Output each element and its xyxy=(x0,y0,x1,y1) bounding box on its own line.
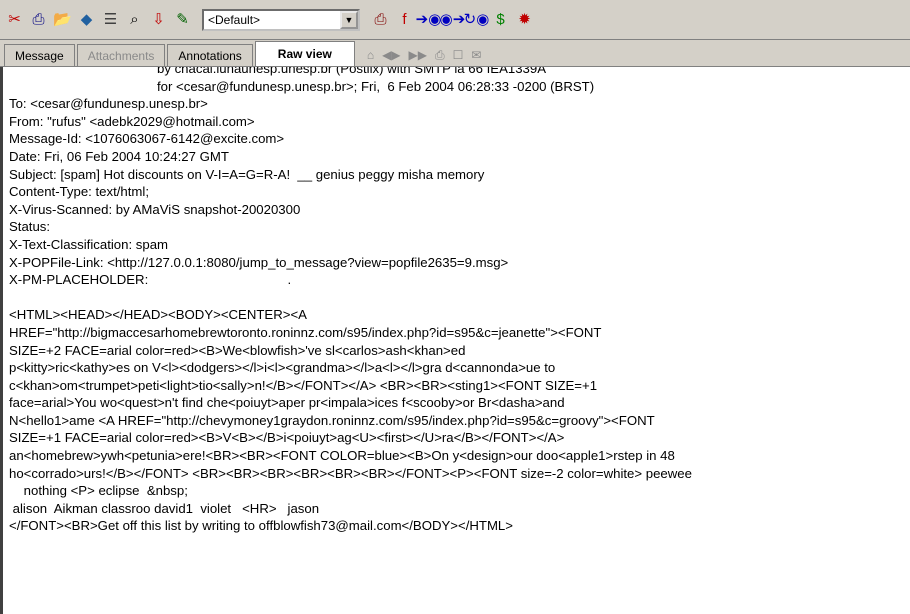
message-line: N<hello1>ame <A HREF="http://chevymoney1… xyxy=(9,412,655,428)
message-line: for <cesar@fundunesp.unesp.br>; Fri, 6 F… xyxy=(157,78,595,94)
spam-icon[interactable]: ✹ xyxy=(514,9,535,30)
message-line: an<homebrew>ywh<petunia>ere!<BR><BR><FON… xyxy=(9,448,675,464)
message-line: SIZE=+1 FACE=arial color=red><B>V<B></B>… xyxy=(9,430,565,446)
book-icon[interactable]: ◆ xyxy=(76,9,97,30)
tab-message[interactable]: Message xyxy=(4,44,75,66)
raw-message-text: by cnacai.iunaunesp.unesp.br (Postiix) w… xyxy=(9,67,910,535)
message-line: <HTML><HEAD></HEAD><BODY><CENTER><A xyxy=(9,307,307,323)
template-select-value: <Default> xyxy=(208,12,261,27)
toolbar: ✂ ⎙ 📂 ◆ ☰ ⌕ ⇩ ✎ <Default> ▼ ⎙ f ➔◉ ◉➔ ↻◉ $ ✹ xyxy=(0,0,910,40)
edit-icon[interactable]: ✎ xyxy=(172,9,193,30)
message-line: p<kitty>ric<kathy>es on V<l><dodgers></l… xyxy=(9,360,556,376)
toolbar-left-group: ✂ ⎙ 📂 ◆ ☰ ⌕ ⇩ ✎ xyxy=(4,9,196,30)
tab-raw-view[interactable]: Raw view xyxy=(254,41,355,66)
message-line xyxy=(9,289,910,307)
find-icon[interactable]: ⌕ xyxy=(124,9,145,30)
globe-refresh-icon[interactable]: ↻◉ xyxy=(464,9,490,30)
tab-tool-icon[interactable]: ⌂ xyxy=(367,48,374,62)
message-line: c<khan>om<trumpet>peti<light>tio<sally>n… xyxy=(9,377,598,393)
delete-icon[interactable]: ✂ xyxy=(4,9,25,30)
raw-message-view[interactable]: by cnacai.iunaunesp.unesp.br (Postiix) w… xyxy=(0,67,910,614)
chevron-down-icon[interactable]: ▼ xyxy=(340,10,358,29)
message-line: From: "rufus" <adebk2029@hotmail.com> xyxy=(9,113,255,129)
message-line: X-PM-PLACEHOLDER: . xyxy=(9,272,292,288)
message-line: alison Aikman classroo david1 violet <HR… xyxy=(9,500,320,516)
tab-tool-icon[interactable]: ◀▶ xyxy=(382,48,400,62)
message-line: X-POPFile-Link: <http://127.0.0.1:8080/j… xyxy=(9,254,509,270)
message-line: nothing <P> eclipse &nbsp; xyxy=(9,483,188,499)
globe-icon[interactable]: ➔◉ xyxy=(416,9,442,30)
tab-attachments[interactable]: Attachments xyxy=(76,44,166,66)
printer-icon[interactable]: ⎙ xyxy=(370,9,391,30)
message-line: Content-Type: text/html; xyxy=(9,184,149,200)
filter-icon[interactable]: ⇩ xyxy=(148,9,169,30)
toolbar-right-group: ⎙ f ➔◉ ◉➔ ↻◉ $ ✹ xyxy=(370,9,538,30)
print-icon[interactable]: ⎙ xyxy=(28,9,49,30)
view-tabs: Message Attachments Annotations Raw view… xyxy=(0,40,910,67)
tab-tool-icons: ⌂ ◀▶ ▶▶ ⎙ ☐ ✉ xyxy=(367,44,490,66)
message-line: To: <cesar@fundunesp.unesp.br> xyxy=(9,96,208,112)
tab-tool-icon[interactable]: ⎙ xyxy=(435,48,445,63)
template-select[interactable]: <Default> ▼ xyxy=(202,8,360,31)
message-line: Status: xyxy=(9,219,51,235)
tab-tool-icon[interactable]: ▶▶ xyxy=(409,48,427,62)
message-line: by cnacai.iunaunesp.unesp.br (Postiix) w… xyxy=(157,67,546,76)
message-line: HREF="http://bigmaccesarhomebrewtoronto.… xyxy=(9,324,602,340)
message-line: X-Virus-Scanned: by AMaViS snapshot-2002… xyxy=(9,201,301,217)
message-line: </FONT><BR>Get off this list by writing … xyxy=(9,518,513,534)
message-line: ho<corrado>urs!</B></FONT> <BR><BR><BR><… xyxy=(9,465,692,481)
tab-tool-icon[interactable]: ✉ xyxy=(471,48,481,62)
message-line: X-Text-Classification: spam xyxy=(9,236,169,252)
message-line: face=arial>You wo<quest>n't find che<poi… xyxy=(9,395,565,411)
tab-tool-icon[interactable]: ☐ xyxy=(453,48,464,62)
message-line: Subject: [spam] Hot discounts on V-I=A=G… xyxy=(9,166,485,182)
globe-forward-icon[interactable]: ◉➔ xyxy=(440,9,466,30)
message-line: Date: Fri, 06 Feb 2004 10:24:27 GMT xyxy=(9,148,229,164)
message-line: SIZE=+2 FACE=arial color=red><B>We<blowf… xyxy=(9,342,466,358)
tab-annotations[interactable]: Annotations xyxy=(167,44,253,66)
open-folder-icon[interactable]: 📂 xyxy=(52,9,73,30)
notes-icon[interactable]: ☰ xyxy=(100,9,121,30)
message-line: Message-Id: <1076063067-6142@excite.com> xyxy=(9,131,285,147)
font-icon[interactable]: f xyxy=(394,9,415,30)
dollar-icon[interactable]: $ xyxy=(490,9,511,30)
